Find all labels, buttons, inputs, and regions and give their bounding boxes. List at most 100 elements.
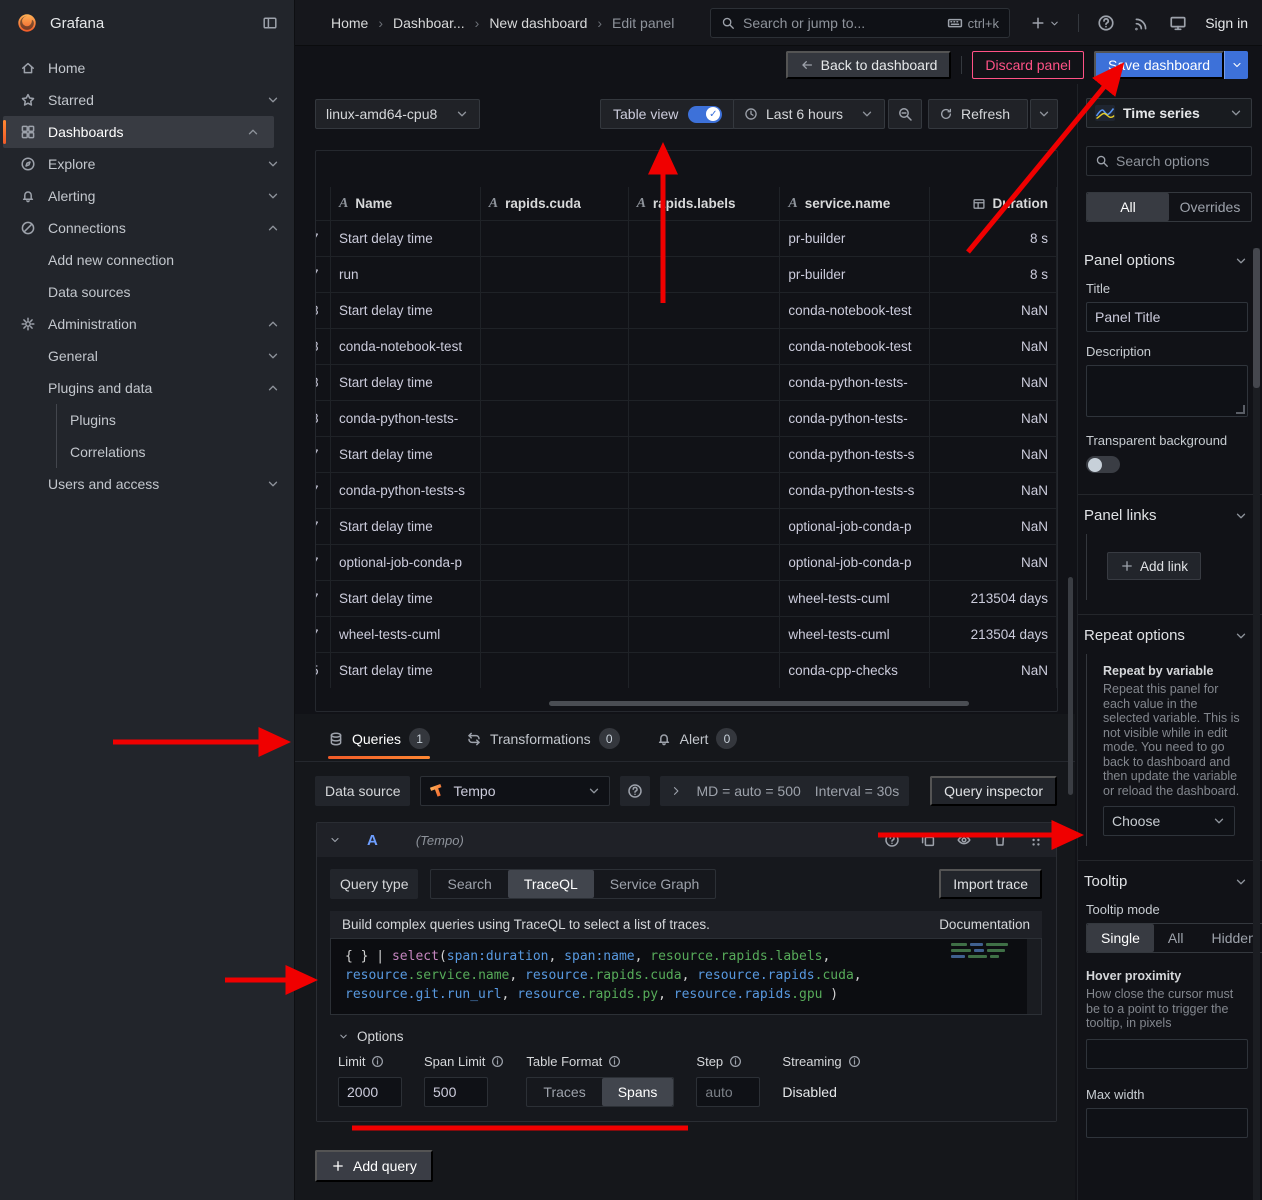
query-help-icon[interactable]	[884, 832, 900, 848]
options-scrollbar-thumb[interactable]	[1253, 248, 1260, 388]
sidebar-item-alerting[interactable]: Alerting	[0, 180, 294, 212]
options-collapse-header[interactable]: Options	[338, 1029, 1042, 1044]
table-header-duration[interactable]: Duration	[930, 187, 1057, 220]
horizontal-scrollbar[interactable]	[549, 701, 969, 706]
sidebar-item-starred[interactable]: Starred	[0, 84, 294, 116]
vertical-scrollbar[interactable]	[1068, 577, 1073, 795]
time-range-picker[interactable]: Last 6 hours	[733, 99, 885, 129]
query-type-service-graph[interactable]: Service Graph	[594, 870, 715, 898]
transparent-background-toggle[interactable]	[1086, 456, 1120, 473]
drag-handle-icon[interactable]	[1028, 832, 1044, 848]
sidebar-item-connections[interactable]: Connections	[0, 212, 294, 244]
repeat-options-header[interactable]: Repeat options	[1084, 627, 1248, 644]
segment-spans[interactable]: Spans	[602, 1078, 674, 1106]
sidebar-item-home[interactable]: Home	[0, 52, 294, 84]
tooltip-header[interactable]: Tooltip	[1084, 873, 1248, 890]
table-row[interactable]: 5Start delay timeconda-cpp-checksNaN	[316, 652, 1057, 688]
visualization-picker[interactable]: Time series	[1086, 98, 1252, 128]
table-row[interactable]: 7Start delay timewheel-tests-cuml213504 …	[316, 580, 1057, 616]
segment-traces[interactable]: Traces	[527, 1078, 601, 1106]
table-row[interactable]: 7Start delay timepr-builder8 s	[316, 220, 1057, 256]
delete-query-icon[interactable]	[992, 832, 1008, 848]
breadcrumb-item-new-dashboard[interactable]: New dashboard	[489, 15, 587, 31]
table-row[interactable]: 7runpr-builder8 s	[316, 256, 1057, 292]
editor-scrollbar[interactable]	[1027, 939, 1041, 1014]
sidebar-item-users-and-access[interactable]: Users and access	[0, 468, 294, 500]
sidebar-item-dashboards[interactable]: Dashboards	[3, 116, 274, 148]
tooltip-mode-single[interactable]: Single	[1087, 924, 1154, 952]
table-row[interactable]: 7wheel-tests-cumlwheel-tests-cuml213504 …	[316, 616, 1057, 652]
sidebar-item-correlations[interactable]: Correlations	[56, 436, 294, 468]
sign-in-link[interactable]: Sign in	[1205, 15, 1248, 31]
breadcrumb-item-home[interactable]: Home	[331, 15, 368, 31]
table-header-rapids-labels[interactable]: Arapids.labels	[629, 187, 781, 220]
discard-panel-button[interactable]: Discard panel	[972, 51, 1084, 79]
tooltip-mode-all[interactable]: All	[1154, 924, 1198, 952]
sidebar-item-plugins-and-data[interactable]: Plugins and data	[0, 372, 294, 404]
save-dashboard-menu-button[interactable]	[1224, 51, 1248, 79]
query-type-traceql[interactable]: TraceQL	[508, 870, 594, 898]
field-input-span-limit[interactable]: 500	[424, 1077, 488, 1107]
import-trace-button[interactable]: Import trace	[939, 869, 1042, 899]
disable-query-icon[interactable]	[956, 832, 972, 848]
filter-overrides[interactable]: Overrides	[1169, 193, 1251, 221]
sidebar-item-explore[interactable]: Explore	[0, 148, 294, 180]
zoom-out-time-button[interactable]	[888, 99, 922, 129]
table-header-rapids-cuda[interactable]: Arapids.cuda	[481, 187, 629, 220]
add-query-button[interactable]: Add query	[315, 1150, 433, 1182]
save-dashboard-button[interactable]: Save dashboard	[1094, 51, 1224, 79]
traceql-code-editor[interactable]: { } | select(span:duration, span:name, r…	[330, 938, 1042, 1015]
table-row[interactable]: 8conda-notebook-testconda-notebook-testN…	[316, 328, 1057, 364]
search-options-field[interactable]	[1116, 153, 1226, 169]
table-row[interactable]: 8Start delay timeconda-notebook-testNaN	[316, 292, 1057, 328]
dock-menu-icon[interactable]	[262, 15, 278, 31]
field-input-limit[interactable]: 2000	[338, 1077, 402, 1107]
table-row[interactable]: 7Start delay timeconda-python-tests-sNaN	[316, 436, 1057, 472]
panel-links-header[interactable]: Panel links	[1084, 507, 1248, 524]
table-row[interactable]: 8conda-python-tests-conda-python-tests-N…	[316, 400, 1057, 436]
help-icon[interactable]	[1097, 14, 1115, 32]
panel-options-header[interactable]: Panel options	[1084, 252, 1248, 269]
panel-title-input[interactable]: Panel Title	[1086, 302, 1248, 332]
new-menu-button[interactable]	[1030, 15, 1060, 31]
sidebar-item-add-new-connection[interactable]: Add new connection	[0, 244, 294, 276]
table-header-service-name[interactable]: Aservice.name	[780, 187, 930, 220]
search-options-input[interactable]	[1086, 146, 1252, 176]
query-inspector-button[interactable]: Query inspector	[930, 776, 1057, 806]
add-link-button[interactable]: Add link	[1107, 552, 1201, 580]
sidebar-item-plugins[interactable]: Plugins	[56, 404, 294, 436]
data-source-select[interactable]: Tempo	[420, 776, 610, 806]
sidebar-item-administration[interactable]: Administration	[0, 308, 294, 340]
sidebar-item-general[interactable]: General	[0, 340, 294, 372]
description-textarea[interactable]	[1086, 365, 1248, 417]
duplicate-query-icon[interactable]	[920, 832, 936, 848]
refresh-button[interactable]: Refresh	[928, 99, 1028, 129]
repeat-variable-select[interactable]: Choose	[1103, 806, 1235, 836]
documentation-link[interactable]: Documentation	[939, 917, 1030, 932]
query-type-search[interactable]: Search	[431, 870, 507, 898]
filter-all[interactable]: All	[1087, 193, 1169, 221]
back-to-dashboard-button[interactable]: Back to dashboard	[786, 51, 952, 79]
query-row-header[interactable]: A (Tempo)	[317, 823, 1056, 857]
table-row[interactable]: 7Start delay timeoptional-job-conda-pNaN	[316, 508, 1057, 544]
refresh-interval-menu[interactable]	[1030, 99, 1058, 129]
data-source-help-button[interactable]	[620, 776, 650, 806]
table-row[interactable]: 7optional-job-conda-poptional-job-conda-…	[316, 544, 1057, 580]
field-input-step[interactable]: auto	[696, 1077, 760, 1107]
template-variable-select[interactable]: linux-amd64-cpu8	[315, 99, 480, 129]
tab-queries[interactable]: Queries1	[328, 728, 430, 761]
news-icon[interactable]	[1133, 14, 1151, 32]
chevron-right-icon[interactable]	[670, 785, 682, 797]
table-header-name[interactable]: AName	[331, 187, 481, 220]
tab-transformations[interactable]: Transformations0	[466, 728, 620, 761]
hover-proximity-input[interactable]	[1086, 1039, 1248, 1069]
table-row[interactable]: 7conda-python-tests-sconda-python-tests-…	[316, 472, 1057, 508]
monitor-icon[interactable]	[1169, 14, 1187, 32]
table-row[interactable]: 8Start delay timeconda-python-tests-NaN	[316, 364, 1057, 400]
sidebar-item-data-sources[interactable]: Data sources	[0, 276, 294, 308]
breadcrumb-item-dashboar-[interactable]: Dashboar...	[393, 15, 465, 31]
max-width-input[interactable]	[1086, 1108, 1248, 1138]
search-input[interactable]: Search or jump to... ctrl+k	[710, 8, 1010, 38]
table-view-toggle[interactable]: ✓	[688, 106, 722, 123]
tab-alert[interactable]: Alert0	[656, 728, 738, 761]
